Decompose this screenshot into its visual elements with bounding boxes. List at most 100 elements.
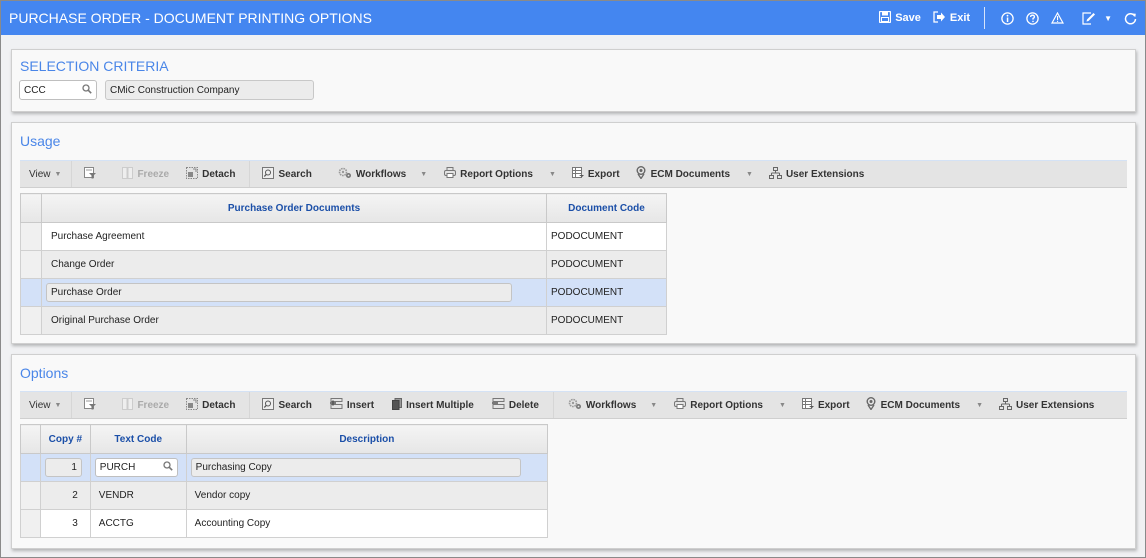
search-icon[interactable] xyxy=(163,461,173,474)
criteria-row: CCC CMiC Construction Company xyxy=(12,80,1135,100)
company-code-value: CCC xyxy=(24,84,46,96)
usage-panel: Usage View ▼ Freeze Detach Search Workfl… xyxy=(11,122,1136,344)
freeze-button[interactable]: Freeze xyxy=(122,397,170,413)
document-cell[interactable]: Change Order xyxy=(41,250,547,279)
workflows-button[interactable]: Workflows ▼ xyxy=(338,167,427,182)
row-selector[interactable] xyxy=(20,222,42,251)
chevron-down-icon[interactable]: ▼ xyxy=(420,171,427,178)
gears-icon xyxy=(338,167,352,182)
ecm-documents-button[interactable]: ECM Documents ▼ xyxy=(865,397,983,413)
search-button[interactable]: Search xyxy=(262,397,312,413)
export-button[interactable]: Export xyxy=(571,166,620,182)
exit-icon xyxy=(933,10,946,26)
detach-icon xyxy=(186,166,199,182)
document-code-cell[interactable]: PODOCUMENT xyxy=(546,250,667,279)
text-code-cell[interactable]: ACCTG xyxy=(89,509,187,538)
column-header-text-code[interactable]: Text Code xyxy=(89,424,187,454)
view-menu[interactable]: View ▼ xyxy=(20,161,73,187)
row-selector[interactable] xyxy=(20,509,41,538)
freeze-label: Freeze xyxy=(137,399,170,411)
warning-icon xyxy=(1051,12,1065,24)
query-by-example-button[interactable] xyxy=(84,397,97,413)
export-button[interactable]: Export xyxy=(801,397,850,413)
table-row[interactable]: Purchase Agreement PODOCUMENT xyxy=(20,222,667,251)
chevron-down-icon[interactable]: ▼ xyxy=(650,402,657,409)
export-icon xyxy=(801,397,814,413)
view-label: View xyxy=(29,399,51,411)
info-button[interactable] xyxy=(1001,11,1014,25)
delete-button[interactable]: Delete xyxy=(491,398,539,412)
search-icon[interactable] xyxy=(82,83,92,97)
copy-cell[interactable]: 3 xyxy=(39,509,91,538)
user-extensions-button[interactable]: User Extensions xyxy=(999,397,1094,413)
gears-icon xyxy=(568,398,582,413)
search-label: Search xyxy=(278,168,312,180)
warning-button[interactable] xyxy=(1051,12,1065,24)
table-row[interactable]: Original Purchase Order PODOCUMENT xyxy=(20,306,667,335)
text-code-input[interactable]: PURCH xyxy=(94,458,178,477)
company-code-input[interactable]: CCC xyxy=(19,80,97,100)
document-cell[interactable]: Original Purchase Order xyxy=(41,306,547,335)
copy-number-input[interactable]: 1 xyxy=(44,458,82,477)
column-header-description[interactable]: Description xyxy=(185,424,549,454)
freeze-icon xyxy=(122,166,134,182)
description-cell[interactable]: Accounting Copy xyxy=(185,509,549,538)
column-header-documents[interactable]: Purchase Order Documents xyxy=(41,193,547,223)
report-options-button[interactable]: Report Options ▼ xyxy=(444,167,556,181)
table-row-selected[interactable]: 1 PURCH Purchasing Copy xyxy=(20,453,549,482)
chevron-down-icon[interactable]: ▼ xyxy=(976,402,983,409)
company-name-field: CMiC Construction Company xyxy=(105,80,314,100)
row-selector[interactable] xyxy=(20,306,42,335)
insert-multiple-button[interactable]: Insert Multiple xyxy=(392,397,474,413)
help-button[interactable] xyxy=(1026,11,1039,25)
document-code-cell[interactable]: PODOCUMENT xyxy=(546,278,667,307)
copy-cell[interactable]: 2 xyxy=(39,481,91,510)
help-icon xyxy=(1026,11,1039,25)
table-row[interactable]: 2 VENDR Vendor copy xyxy=(20,481,549,510)
usage-toolbar: View ▼ Freeze Detach Search Workflows ▼ … xyxy=(20,160,1127,188)
detach-button[interactable]: Detach xyxy=(186,397,235,413)
query-by-example-button[interactable] xyxy=(84,166,97,182)
chevron-down-icon: ▼ xyxy=(1104,13,1112,23)
chevron-down-icon[interactable]: ▼ xyxy=(779,402,786,409)
table-row-selected[interactable]: Purchase Order PODOCUMENT xyxy=(20,278,667,307)
delete-label: Delete xyxy=(508,399,539,411)
save-button[interactable]: Save xyxy=(879,10,921,26)
table-row[interactable]: Change Order PODOCUMENT xyxy=(20,250,667,279)
row-selector[interactable] xyxy=(20,278,42,307)
exit-button[interactable]: Exit xyxy=(933,10,970,26)
column-header-copy-number[interactable]: Copy # xyxy=(39,424,91,454)
options-title: Options xyxy=(20,365,69,381)
freeze-button[interactable]: Freeze xyxy=(122,166,169,182)
document-cell[interactable]: Purchase Agreement xyxy=(41,222,547,251)
report-options-button[interactable]: Report Options ▼ xyxy=(674,398,786,412)
view-menu[interactable]: View ▼ xyxy=(20,392,73,418)
row-selector[interactable] xyxy=(20,250,42,279)
chevron-down-icon[interactable]: ▼ xyxy=(746,171,753,178)
insert-button[interactable]: Insert xyxy=(329,398,374,412)
document-code-cell[interactable]: PODOCUMENT xyxy=(546,306,667,335)
refresh-button[interactable] xyxy=(1124,12,1137,25)
edit-menu-button[interactable]: ▼ xyxy=(1082,11,1112,25)
description-cell[interactable]: Vendor copy xyxy=(185,481,549,510)
text-code-cell[interactable]: VENDR xyxy=(89,481,187,510)
insert-multiple-label: Insert Multiple xyxy=(406,399,474,411)
workflows-button[interactable]: Workflows ▼ xyxy=(568,398,657,413)
user-extensions-label: User Extensions xyxy=(785,168,865,180)
row-selector[interactable] xyxy=(20,453,41,482)
ecm-documents-button[interactable]: ECM Documents ▼ xyxy=(635,166,753,182)
text-code-cell: PURCH xyxy=(89,453,187,482)
search-button[interactable]: Search xyxy=(262,166,312,182)
user-extensions-button[interactable]: User Extensions xyxy=(768,166,865,182)
chevron-down-icon[interactable]: ▼ xyxy=(549,171,556,178)
row-selector[interactable] xyxy=(20,481,41,510)
title-bar: PURCHASE ORDER - DOCUMENT PRINTING OPTIO… xyxy=(1,0,1145,35)
description-input[interactable]: Purchasing Copy xyxy=(190,458,521,477)
document-input[interactable]: Purchase Order xyxy=(46,283,512,302)
copy-cell: 1 xyxy=(39,453,91,482)
table-row[interactable]: 3 ACCTG Accounting Copy xyxy=(20,509,549,538)
document-code-cell[interactable]: PODOCUMENT xyxy=(546,222,667,251)
ecm-icon xyxy=(635,166,647,182)
column-header-document-code[interactable]: Document Code xyxy=(546,193,667,223)
detach-button[interactable]: Detach xyxy=(186,166,235,182)
